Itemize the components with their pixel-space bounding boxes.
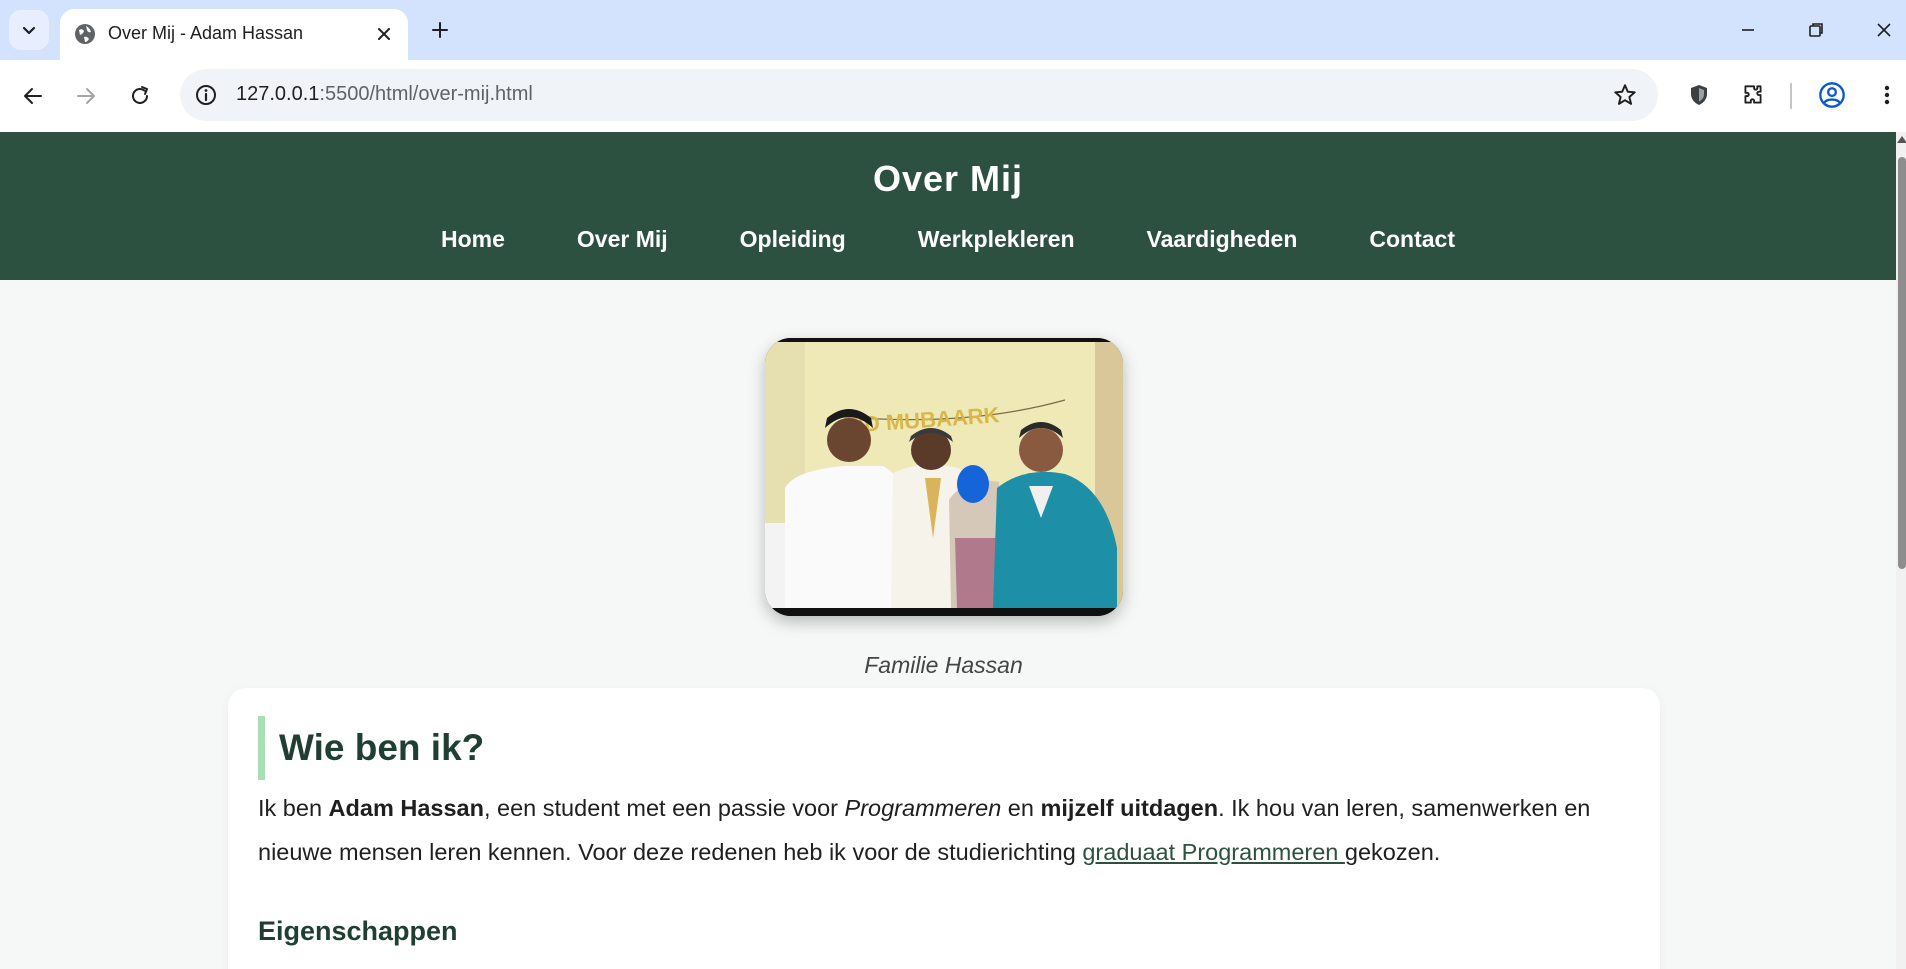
tab-title: Over Mij - Adam Hassan <box>108 23 304 43</box>
browser-toolbar: 127.0.0.1:5500/html/over-mij.html <box>0 60 1906 132</box>
minimize-icon[interactable] <box>1731 14 1765 46</box>
nav-link-over-mij[interactable]: Over Mij <box>577 226 668 253</box>
reload-icon[interactable] <box>122 78 158 114</box>
back-arrow-icon[interactable] <box>15 78 51 114</box>
site-info-icon[interactable] <box>194 83 218 107</box>
photo-caption: Familie Hassan <box>864 652 1023 678</box>
profile-avatar-icon[interactable] <box>1817 80 1847 110</box>
bookmark-star-icon[interactable] <box>1612 82 1638 108</box>
nav-link-opleiding[interactable]: Opleiding <box>740 226 846 253</box>
family-photo: EID MUBAARK <box>765 338 1123 616</box>
address-bar[interactable]: 127.0.0.1:5500/html/over-mij.html <box>180 69 1658 121</box>
site-header: Over Mij Home Over Mij Opleiding Werkple… <box>0 132 1896 280</box>
shield-extension-icon[interactable] <box>1684 80 1714 110</box>
menu-kebab-icon[interactable] <box>1872 80 1902 110</box>
about-challenge: mijzelf uitdagen <box>1040 795 1219 821</box>
forward-arrow-icon[interactable] <box>68 78 104 114</box>
url-host: 127.0.0.1 <box>236 83 320 105</box>
nav-link-home[interactable]: Home <box>441 226 505 253</box>
about-text-1: Ik ben <box>258 795 329 821</box>
nav-link-vaardigheden[interactable]: Vaardigheden <box>1147 226 1298 253</box>
toolbar-separator <box>1790 83 1792 109</box>
scroll-up-arrow-icon[interactable] <box>1897 136 1906 143</box>
site-navigation: Home Over Mij Opleiding Werkplekleren Va… <box>0 226 1896 253</box>
browser-tab-active[interactable]: Over Mij - Adam Hassan <box>60 9 408 60</box>
browser-tabstrip: Over Mij - Adam Hassan <box>0 0 1906 60</box>
about-text-2: , een student met een passie voor <box>483 795 845 821</box>
page-viewport: Over Mij Home Over Mij Opleiding Werkple… <box>0 132 1896 969</box>
tab-close-icon[interactable] <box>372 22 396 46</box>
traits-heading: Eigenschappen <box>258 916 458 946</box>
url-text: 127.0.0.1:5500/html/over-mij.html <box>236 83 533 106</box>
extensions-puzzle-icon[interactable] <box>1738 80 1768 110</box>
new-tab-plus-icon[interactable] <box>424 14 456 46</box>
about-passion: Programmeren <box>844 795 1002 821</box>
about-text-3: en <box>1001 795 1041 821</box>
globe-icon <box>75 24 95 44</box>
restore-icon[interactable] <box>1799 14 1833 46</box>
chevron-down-icon <box>22 26 36 35</box>
study-program-link[interactable]: graduaat Programmeren <box>1082 839 1345 865</box>
about-heading: Wie ben ik? <box>258 716 484 780</box>
about-text-5: gekozen. <box>1344 839 1441 865</box>
site-title: Over Mij <box>872 158 1024 199</box>
nav-link-werkplekleren[interactable]: Werkplekleren <box>918 226 1075 253</box>
page-scrollbar[interactable] <box>1896 132 1906 969</box>
about-paragraph: Ik ben Adam Hassan, een student met een … <box>258 786 1648 874</box>
nav-link-contact[interactable]: Contact <box>1369 226 1455 253</box>
tab-search-button[interactable] <box>9 10 49 50</box>
about-card: Wie ben ik? Ik ben Adam Hassan, een stud… <box>228 688 1660 969</box>
close-window-icon[interactable] <box>1867 14 1901 46</box>
url-path: :5500/html/over-mij.html <box>319 83 533 105</box>
scrollbar-thumb[interactable] <box>1898 157 1906 569</box>
about-name: Adam Hassan <box>328 795 484 821</box>
